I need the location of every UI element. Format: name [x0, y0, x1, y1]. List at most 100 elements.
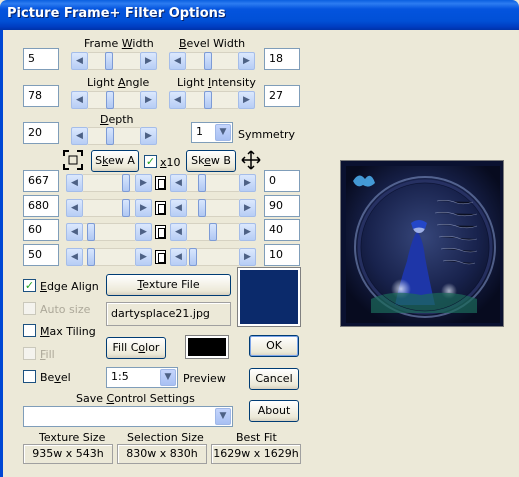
right-slider-4[interactable]: ◀ ▶ — [170, 248, 256, 266]
slider-thumb[interactable] — [204, 52, 212, 70]
slider-track[interactable] — [88, 127, 140, 145]
frame-width-input[interactable]: 5 — [23, 48, 59, 70]
chevron-left-icon[interactable]: ◀ — [169, 52, 186, 70]
ok-button[interactable]: OK — [249, 335, 299, 357]
texture-swatch[interactable] — [237, 267, 301, 327]
chevron-left-icon[interactable]: ◀ — [71, 91, 88, 109]
right-slider-1[interactable]: ◀ ▶ — [170, 174, 256, 192]
save-settings-select[interactable]: ▼ — [23, 406, 233, 427]
left-value-4-input[interactable]: 50 — [23, 244, 59, 266]
left-slider-2[interactable]: ◀ ▶ — [66, 199, 152, 217]
chevron-left-icon[interactable]: ◀ — [169, 91, 186, 109]
slider-thumb[interactable] — [106, 91, 114, 109]
title-bar[interactable]: Picture Frame+ Filter Options — [0, 0, 519, 30]
fill-color-button[interactable]: Fill Color — [106, 337, 166, 359]
chevron-right-icon[interactable]: ▶ — [140, 52, 157, 70]
depth-slider[interactable]: ◀ ▶ — [71, 127, 157, 145]
link-icon[interactable] — [155, 176, 166, 190]
right-slider-2[interactable]: ◀ ▶ — [170, 199, 256, 217]
light-angle-slider[interactable]: ◀ ▶ — [71, 91, 157, 109]
slider-track[interactable] — [88, 91, 140, 109]
light-angle-input[interactable]: 78 — [23, 85, 59, 107]
slider-thumb[interactable] — [198, 174, 206, 192]
chevron-left-icon[interactable]: ◀ — [66, 223, 83, 241]
slider-thumb[interactable] — [189, 248, 197, 266]
best-fit-value: 1629w x 1629h — [211, 444, 301, 464]
chevron-down-icon[interactable]: ▼ — [215, 124, 231, 141]
bevel-width-slider[interactable]: ◀ ▶ — [169, 52, 255, 70]
x10-checkbox[interactable]: ✓ — [144, 155, 157, 168]
link-icon[interactable] — [155, 225, 166, 239]
chevron-left-icon[interactable]: ◀ — [170, 248, 187, 266]
slider-thumb[interactable] — [87, 223, 95, 241]
chevron-right-icon[interactable]: ▶ — [140, 127, 157, 145]
right-value-1-input[interactable]: 0 — [264, 170, 300, 192]
texture-file-button[interactable]: Texture File — [106, 274, 231, 296]
chevron-down-icon[interactable]: ▼ — [160, 369, 176, 386]
slider-track[interactable] — [187, 174, 239, 192]
left-value-2-input[interactable]: 680 — [23, 195, 59, 217]
slider-track[interactable] — [187, 199, 239, 217]
skew-a-button[interactable]: Skew A — [91, 150, 139, 172]
edge-align-checkbox[interactable]: ✓ — [23, 279, 36, 292]
bevel-ratio-select[interactable]: 1:5 ▼ — [106, 367, 178, 388]
chevron-left-icon[interactable]: ◀ — [71, 127, 88, 145]
right-value-2-input[interactable]: 90 — [264, 195, 300, 217]
link-icon[interactable] — [155, 201, 166, 215]
left-value-3-input[interactable]: 60 — [23, 219, 59, 241]
chevron-right-icon[interactable]: ▶ — [140, 91, 157, 109]
bevel-width-label: Bevel Width — [179, 37, 246, 50]
max-tiling-checkbox[interactable] — [23, 324, 36, 337]
right-value-4-input[interactable]: 10 — [264, 244, 300, 266]
slider-track[interactable] — [186, 52, 238, 70]
right-slider-3[interactable]: ◀ ▶ — [170, 223, 256, 241]
slider-track[interactable] — [186, 91, 238, 109]
chevron-right-icon[interactable]: ▶ — [239, 248, 256, 266]
chevron-right-icon[interactable]: ▶ — [239, 223, 256, 241]
light-intensity-slider[interactable]: ◀ ▶ — [169, 91, 255, 109]
cancel-button[interactable]: Cancel — [249, 368, 299, 390]
chevron-right-icon[interactable]: ▶ — [135, 223, 152, 241]
chevron-right-icon[interactable]: ▶ — [239, 174, 256, 192]
slider-track[interactable] — [88, 52, 140, 70]
left-slider-3[interactable]: ◀ ▶ — [66, 223, 152, 241]
chevron-left-icon[interactable]: ◀ — [170, 199, 187, 217]
slider-thumb[interactable] — [204, 91, 212, 109]
slider-thumb[interactable] — [106, 127, 114, 145]
chevron-left-icon[interactable]: ◀ — [66, 199, 83, 217]
slider-thumb[interactable] — [209, 223, 217, 241]
chevron-left-icon[interactable]: ◀ — [66, 248, 83, 266]
slider-thumb[interactable] — [122, 174, 130, 192]
skew-b-button[interactable]: Skew B — [186, 150, 236, 172]
left-slider-1[interactable]: ◀ ▶ — [66, 174, 152, 192]
light-intensity-input[interactable]: 27 — [264, 85, 300, 107]
chevron-left-icon[interactable]: ◀ — [170, 223, 187, 241]
symmetry-select[interactable]: 1 ▼ — [191, 122, 233, 143]
left-value-1-input[interactable]: 667 — [23, 170, 59, 192]
chevron-right-icon[interactable]: ▶ — [135, 248, 152, 266]
chevron-left-icon[interactable]: ◀ — [71, 52, 88, 70]
bevel-checkbox[interactable] — [23, 370, 36, 383]
link-icon[interactable] — [155, 250, 166, 264]
depth-input[interactable]: 20 — [23, 122, 59, 144]
chevron-right-icon[interactable]: ▶ — [238, 91, 255, 109]
chevron-right-icon[interactable]: ▶ — [135, 174, 152, 192]
slider-thumb[interactable] — [198, 199, 206, 217]
frame-width-slider[interactable]: ◀ ▶ — [71, 52, 157, 70]
chevron-left-icon[interactable]: ◀ — [170, 174, 187, 192]
move-arrows-icon[interactable] — [241, 150, 261, 170]
chevron-right-icon[interactable]: ▶ — [239, 199, 256, 217]
crop-corners-icon[interactable] — [63, 150, 83, 170]
chevron-right-icon[interactable]: ▶ — [238, 52, 255, 70]
slider-thumb[interactable] — [87, 248, 95, 266]
right-value-3-input[interactable]: 40 — [264, 219, 300, 241]
about-button[interactable]: About — [249, 400, 299, 422]
fill-color-swatch[interactable] — [185, 335, 229, 359]
slider-thumb[interactable] — [122, 199, 130, 217]
chevron-left-icon[interactable]: ◀ — [66, 174, 83, 192]
chevron-down-icon[interactable]: ▼ — [215, 408, 231, 425]
chevron-right-icon[interactable]: ▶ — [135, 199, 152, 217]
bevel-width-input[interactable]: 18 — [264, 48, 300, 70]
left-slider-4[interactable]: ◀ ▶ — [66, 248, 152, 266]
slider-thumb[interactable] — [105, 52, 113, 70]
